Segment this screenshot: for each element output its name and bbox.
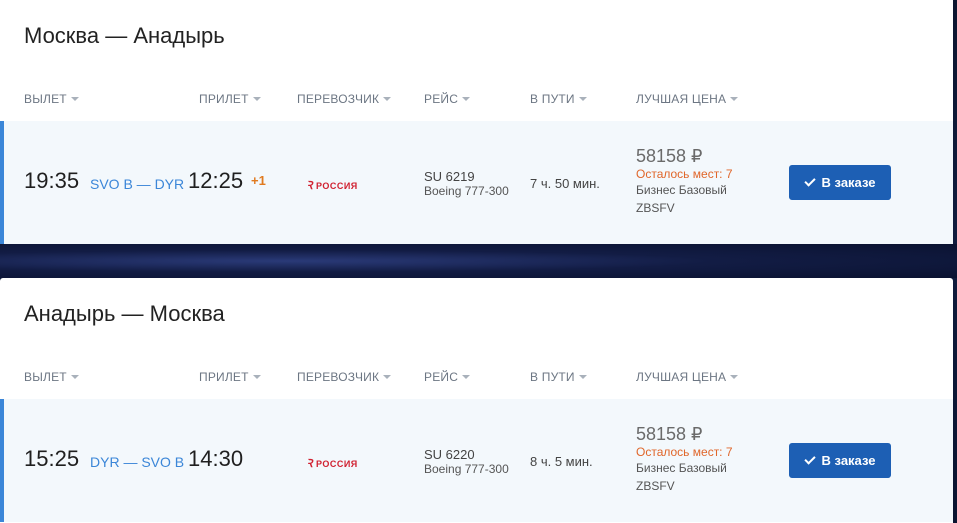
arrival-time: 12:25 [188,168,244,193]
fare-code: ZBSFV [636,201,675,215]
duration: 8 ч. 5 мин. [530,454,593,469]
flight-number: SU 6219 [424,169,475,184]
seats-left: Осталось мест: 7 [636,167,733,181]
route-codes: DYR — SVO B [90,454,185,470]
aircraft-type: Boeing 777-300 [424,184,509,198]
caret-down-icon [70,97,79,101]
inbound-card: Анадырь — Москва ВЫЛЕТ ПРИЛЕТ ПЕРЕВОЗЧИК… [0,278,953,523]
carrier-logo-icon: Ꝛ [306,180,313,192]
duration: 7 ч. 50 мин. [530,176,600,191]
next-day-badge: +1 [251,173,266,188]
in-order-button[interactable]: В заказе [789,443,891,478]
carrier-logo-icon: Ꝛ [306,458,313,470]
sort-flight[interactable]: РЕЙС [424,92,471,106]
carrier-logo: Ꝛ РОССИЯ [306,180,358,192]
inbound-title: Анадырь — Москва [24,301,225,326]
caret-down-icon [578,375,587,379]
flight-row[interactable]: 19:35 SVO B — DYR 12:25 +1 Ꝛ РОССИЯ SU 62… [0,121,953,244]
caret-down-icon [252,375,261,379]
inbound-column-header: ВЫЛЕТ ПРИЛЕТ ПЕРЕВОЗЧИК РЕЙС В ПУТИ ЛУЧШ… [0,370,953,390]
sort-price[interactable]: ЛУЧШАЯ ЦЕНА [636,370,739,384]
caret-down-icon [252,97,261,101]
caret-down-icon [462,375,471,379]
sort-price[interactable]: ЛУЧШАЯ ЦЕНА [636,92,739,106]
flight-number: SU 6220 [424,447,475,462]
caret-down-icon [730,97,739,101]
sort-duration[interactable]: В ПУТИ [530,92,587,106]
carrier-logo: Ꝛ РОССИЯ [306,458,358,470]
price: 58158 ₽ [636,424,703,444]
sort-carrier[interactable]: ПЕРЕВОЗЧИК [297,370,392,384]
fare-class: Бизнес Базовый [636,183,727,197]
route-codes: SVO B — DYR [90,176,185,192]
sort-flight[interactable]: РЕЙС [424,370,471,384]
sort-departure[interactable]: ВЫЛЕТ [24,370,79,384]
sort-duration[interactable]: В ПУТИ [530,370,587,384]
check-icon [803,175,816,187]
departure-time: 19:35 [24,168,80,193]
fare-class: Бизнес Базовый [636,461,727,475]
seats-left: Осталось мест: 7 [636,445,733,459]
outbound-column-header: ВЫЛЕТ ПРИЛЕТ ПЕРЕВОЗЧИК РЕЙС В ПУТИ ЛУЧШ… [0,92,953,112]
caret-down-icon [70,375,79,379]
caret-down-icon [462,97,471,101]
outbound-card: Москва — Анадырь ВЫЛЕТ ПРИЛЕТ ПЕРЕВОЗЧИК… [0,0,953,244]
caret-down-icon [730,375,739,379]
sort-arrival[interactable]: ПРИЛЕТ [199,370,261,384]
price: 58158 ₽ [636,146,703,166]
caret-down-icon [383,97,392,101]
sort-arrival[interactable]: ПРИЛЕТ [199,92,261,106]
sort-departure[interactable]: ВЫЛЕТ [24,92,79,106]
arrival-time: 14:30 [188,446,244,471]
in-order-button[interactable]: В заказе [789,165,891,200]
aircraft-type: Boeing 777-300 [424,462,509,476]
caret-down-icon [383,375,392,379]
background-band [0,244,957,278]
fare-code: ZBSFV [636,479,675,493]
departure-time: 15:25 [24,446,80,471]
check-icon [803,453,816,465]
caret-down-icon [578,97,587,101]
flight-row[interactable]: 15:25 DYR — SVO B 14:30 Ꝛ РОССИЯ SU 6220 … [0,399,953,522]
outbound-title: Москва — Анадырь [24,23,225,48]
sort-carrier[interactable]: ПЕРЕВОЗЧИК [297,92,392,106]
